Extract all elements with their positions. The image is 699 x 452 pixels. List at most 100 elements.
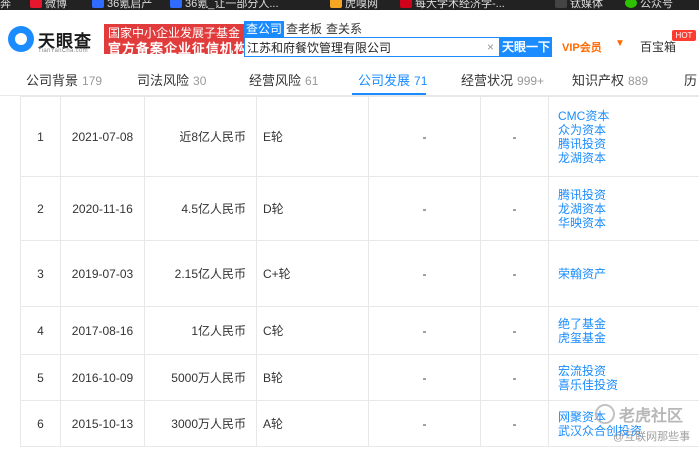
ratio-cell: - [480,400,549,447]
investors-cell: 绝了基金 虎玺基金 [548,306,699,355]
search-button[interactable]: 天眼一下 [500,37,552,57]
investor-link[interactable]: 龙湖资本 [558,151,699,165]
table-row: 4 2017-08-16 1亿人民币 C轮 - - 绝了基金 虎玺基金 [20,306,699,355]
vip-member-link[interactable]: VIP会员 [562,39,602,55]
table-row: 2 2020-11-16 4.5亿人民币 D轮 - - 腾讯投资 龙湖资本 华映… [20,176,699,241]
huxiu-icon [330,0,342,8]
investor-link[interactable]: 宏流投资 [558,364,699,378]
investor-link[interactable]: 龙湖资本 [558,202,699,216]
financing-round: B轮 [256,354,369,401]
investor-link[interactable]: 腾讯投资 [558,137,699,151]
bookmark-item[interactable]: 公众号 [625,0,673,10]
financing-round: A轮 [256,400,369,447]
investor-link[interactable]: 腾讯投资 [558,188,699,202]
row-index: 5 [20,354,61,401]
row-index: 2 [20,176,61,241]
financing-amount: 2.15亿人民币 [144,240,257,307]
tab-history[interactable]: 历 [684,66,697,96]
logo-subtext: TianYanCha.com [38,48,88,54]
bookmark-item[interactable]: 虎嗅网 [330,0,378,10]
bookmark-item[interactable]: 每大学术经济学-... [400,0,505,10]
hot-badge: HOT [672,30,696,41]
bookmark-item[interactable]: 36氪_让一部分人... [170,0,279,10]
financing-date: 2015-10-13 [60,400,145,447]
tab-company-background[interactable]: 公司背景 179 [26,66,102,96]
tmtpost-icon [555,0,567,8]
row-index: 1 [20,96,61,177]
row-index: 3 [20,240,61,307]
investor-link[interactable]: 华映资本 [558,216,699,230]
valuation-cell: - [368,306,481,355]
financing-date: 2020-11-16 [60,176,145,241]
site-logo[interactable]: 天眼查 TianYanCha.com [8,24,100,60]
investor-link[interactable]: 喜乐佳投资 [558,378,699,392]
investor-link[interactable]: 绝了基金 [558,317,699,331]
investor-link[interactable]: 众为资本 [558,123,699,137]
eye-logo-icon [8,26,34,52]
banner-line-2: 官方备案企业征信机构 [108,41,249,54]
valuation-cell: - [368,400,481,447]
tab-operating-risk[interactable]: 经营风险 61 [249,66,318,96]
tab-search-company[interactable]: 查公司 [244,21,285,37]
treasure-box-link[interactable]: 百宝箱 [640,38,676,55]
tab-intellectual-property[interactable]: 知识产权 889 [572,66,648,96]
bookmark-item[interactable]: 钛媒体 [555,0,603,10]
ratio-cell: - [480,240,549,307]
tab-legal-risk[interactable]: 司法风险 30 [137,66,206,96]
company-nav-tabs: 公司背景 179 司法风险 30 经营风险 61 公司发展 71 经营状况 999+ 知识… [0,66,699,96]
table-row: 3 2019-07-03 2.15亿人民币 C+轮 - - 荣翰资产 [20,240,699,307]
valuation-cell: - [368,240,481,307]
bookmark-item[interactable]: 微博 [30,0,67,10]
search-type-tabs: 查公司 查老板 查关系 [244,21,364,37]
search-box: × [244,37,500,57]
financing-amount: 4.5亿人民币 [144,176,257,241]
bookmark-item[interactable]: 奔 [0,0,11,10]
tab-company-development[interactable]: 公司发展 71 [358,66,427,96]
ratio-cell: - [480,306,549,355]
investors-cell: 腾讯投资 龙湖资本 华映资本 [548,176,699,241]
financing-round: C+轮 [256,240,369,307]
valuation-cell: - [368,354,481,401]
investor-link[interactable]: 虎玺基金 [558,331,699,345]
table-row: 5 2016-10-09 5000万人民币 B轮 - - 宏流投资 喜乐佳投资 [20,354,699,401]
bookmarks-bar: 奔 微博 36氪启产 36氪_让一部分人... 虎嗅网 每大学术经济学-... … [0,0,699,10]
financing-date: 2019-07-03 [60,240,145,307]
row-index: 4 [20,306,61,355]
watermark-subtitle: @互联网那些事 [613,431,691,443]
site-header: 天眼查 TianYanCha.com 国家中小企业发展子基金 官方备案企业征信机… [0,10,699,66]
investor-link[interactable]: CMC资本 [558,109,699,123]
promo-banner[interactable]: 国家中小企业发展子基金 官方备案企业征信机构 [104,24,254,54]
financing-amount: 3000万人民币 [144,400,257,447]
financing-date: 2017-08-16 [60,306,145,355]
tab-search-boss[interactable]: 查老板 [284,21,324,37]
kr-icon [92,0,104,8]
financing-date: 2016-10-09 [60,354,145,401]
bookmark-item[interactable]: 36氪启产 [92,0,152,10]
table-row: 1 2021-07-08 近8亿人民币 E轮 - - CMC资本 众为资本 腾讯… [20,96,699,177]
search-input[interactable] [247,39,483,55]
clear-icon[interactable]: × [487,39,494,55]
youtube-icon [400,0,412,8]
tab-operating-status[interactable]: 经营状况 999+ [461,66,544,96]
investors-cell: 宏流投资 喜乐佳投资 [548,354,699,401]
financing-amount: 5000万人民币 [144,354,257,401]
kr-icon [170,0,182,8]
financing-round: E轮 [256,96,369,177]
investors-cell: CMC资本 众为资本 腾讯投资 龙湖资本 [548,96,699,177]
weibo-icon [30,0,42,8]
active-tab-underline [352,93,426,95]
investor-link[interactable]: 荣翰资产 [558,267,699,281]
tiger-logo-icon [595,404,615,424]
financing-date: 2021-07-08 [60,96,145,177]
valuation-cell: - [368,176,481,241]
caret-down-icon[interactable]: ▼ [615,38,625,49]
wechat-icon [625,0,637,8]
row-index: 6 [20,400,61,447]
financing-round: D轮 [256,176,369,241]
financing-round: C轮 [256,306,369,355]
valuation-cell: - [368,96,481,177]
watermark-title: 老虎社区 [619,408,684,425]
ratio-cell: - [480,354,549,401]
ratio-cell: - [480,96,549,177]
tab-search-relation[interactable]: 查关系 [324,21,364,37]
